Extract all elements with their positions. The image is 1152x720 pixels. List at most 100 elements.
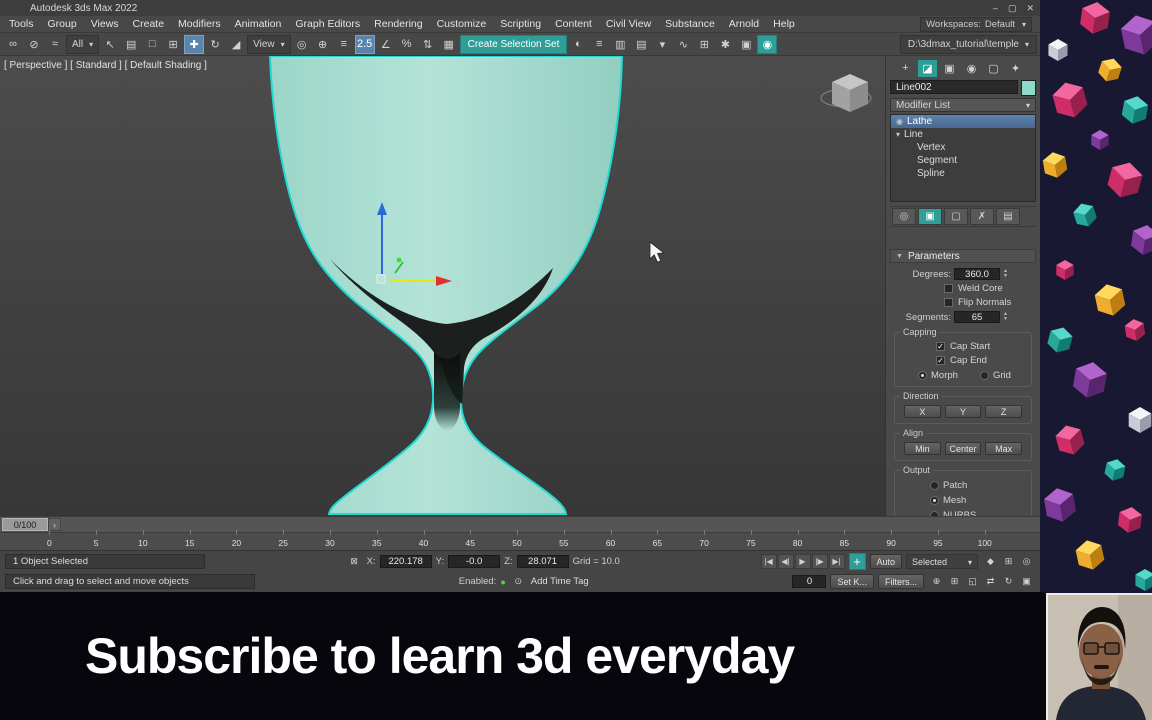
timeline-tick-100[interactable]: 100 <box>961 530 1008 548</box>
pan-icon[interactable]: ⇄ <box>982 574 999 589</box>
menu-scripting[interactable]: Scripting <box>493 18 548 30</box>
timeline-tick-90[interactable]: 90 <box>868 530 915 548</box>
menu-rendering[interactable]: Rendering <box>367 18 429 30</box>
timeline-tick-70[interactable]: 70 <box>681 530 728 548</box>
menu-graph-editors[interactable]: Graph Editors <box>288 18 367 30</box>
create-tab-icon[interactable]: + <box>896 60 915 77</box>
timeline-tick-10[interactable]: 10 <box>120 530 167 548</box>
morph-radio[interactable] <box>918 370 927 380</box>
snaps-toggle-icon[interactable]: 2.5 <box>354 34 375 54</box>
isolate-selection-icon[interactable]: ◎ <box>1018 554 1035 569</box>
align-icon[interactable]: ≡ <box>589 35 609 54</box>
create-selection-set-button[interactable]: Create Selection Set <box>459 34 568 54</box>
menu-content[interactable]: Content <box>548 18 599 30</box>
timeline-tick-35[interactable]: 35 <box>353 530 400 548</box>
rendered-frame-icon[interactable]: ▣ <box>736 35 756 54</box>
scene-explorer-icon[interactable]: ▥ <box>610 35 630 54</box>
modifier-stack-item-line[interactable]: ▾ Line <box>891 128 1035 141</box>
workspaces-selector[interactable]: Workspaces: Default <box>920 16 1032 32</box>
ribbon-icon[interactable]: ▾ <box>652 35 672 54</box>
timeline-tick-65[interactable]: 65 <box>634 530 681 548</box>
menu-animation[interactable]: Animation <box>228 18 289 30</box>
menu-substance[interactable]: Substance <box>658 18 722 30</box>
bind-to-space-warp-icon[interactable]: ≈ <box>45 35 65 54</box>
render-production-icon[interactable]: ◉ <box>757 34 778 54</box>
unlink-selection-icon[interactable]: ⊘ <box>24 35 44 54</box>
modifier-stack-item-segment[interactable]: Segment <box>891 154 1035 167</box>
timeline-tick-45[interactable]: 45 <box>447 530 494 548</box>
select-and-scale-icon[interactable]: ◢ <box>226 35 246 54</box>
transform-type-in-lock-icon[interactable]: ⊠ <box>346 554 363 569</box>
add-key-button[interactable]: + <box>848 553 866 570</box>
mirror-icon[interactable]: ◐ <box>568 35 588 54</box>
close-button[interactable]: ✕ <box>1026 3 1034 14</box>
flip-normals-checkbox[interactable] <box>944 298 953 307</box>
modifier-stack-item-lathe[interactable]: ◉ Lathe <box>891 115 1035 128</box>
make-unique-icon[interactable]: ▢ <box>944 208 968 225</box>
motion-tab-icon[interactable]: ◉ <box>962 60 981 77</box>
timeline-tick-15[interactable]: 15 <box>166 530 213 548</box>
goblet-model[interactable] <box>268 56 624 515</box>
viewport[interactable]: [ Perspective ] [ Standard ] [ Default S… <box>0 56 885 516</box>
orbit-icon[interactable]: ↻ <box>1000 574 1017 589</box>
select-object-icon[interactable]: ↖ <box>100 35 120 54</box>
select-and-move-icon[interactable]: ✚ <box>184 34 205 54</box>
timeline-tick-20[interactable]: 20 <box>213 530 260 548</box>
time-tag-clock-icon[interactable]: ⊙ <box>510 574 527 589</box>
menu-tools[interactable]: Tools <box>2 18 41 30</box>
timeline-tick-60[interactable]: 60 <box>587 530 634 548</box>
direction-z-button[interactable]: Z <box>985 405 1023 418</box>
configure-modifier-sets-icon[interactable]: ▤ <box>996 208 1020 225</box>
parameters-rollout-header[interactable]: ▼ Parameters <box>890 249 1036 263</box>
percent-snap-icon[interactable]: % <box>397 35 417 54</box>
menu-create[interactable]: Create <box>126 18 172 30</box>
selection-filter-dropdown[interactable]: All <box>66 34 100 54</box>
timeline-tick-95[interactable]: 95 <box>915 530 962 548</box>
rectangular-selection-icon[interactable]: □ <box>142 35 162 54</box>
keyboard-override-icon[interactable]: ≡ <box>334 35 354 54</box>
modifier-stack-item-vertex[interactable]: Vertex <box>891 141 1035 154</box>
weld-core-checkbox[interactable] <box>944 284 953 293</box>
menu-group[interactable]: Group <box>41 18 84 30</box>
spinner-snap-icon[interactable]: ⇅ <box>418 35 438 54</box>
select-by-name-icon[interactable]: ▤ <box>121 35 141 54</box>
cap-end-checkbox[interactable] <box>936 356 945 365</box>
timeline-tick-50[interactable]: 50 <box>494 530 541 548</box>
time-slider-handle[interactable]: 0/100 <box>2 518 48 531</box>
auto-key-button[interactable]: Auto <box>869 554 903 569</box>
schematic-view-icon[interactable]: ⊞ <box>694 35 714 54</box>
key-mode-toggle-icon[interactable]: ◆ <box>982 554 999 569</box>
object-color-swatch[interactable] <box>1021 80 1036 96</box>
output-patch-radio[interactable] <box>930 480 939 490</box>
menu-modifiers[interactable]: Modifiers <box>171 18 228 30</box>
modifier-list-dropdown[interactable]: Modifier List <box>890 98 1036 112</box>
degrees-field[interactable]: 360.0 <box>954 268 1001 280</box>
direction-y-button[interactable]: Y <box>944 405 982 418</box>
viewport-label[interactable]: [ Perspective ] [ Standard ] [ Default S… <box>4 60 207 71</box>
render-setup-icon[interactable]: ✱ <box>715 35 735 54</box>
show-end-result-icon[interactable]: ▣ <box>918 208 942 225</box>
set-key-button[interactable]: Set K... <box>830 574 874 589</box>
project-folder-dropdown[interactable]: D:\3dmax_tutorial\temple <box>899 34 1037 54</box>
timeline-tick-75[interactable]: 75 <box>727 530 774 548</box>
play-button[interactable]: ▶ <box>794 554 811 569</box>
align-center-button[interactable]: Center <box>944 442 982 455</box>
timeline-tick-85[interactable]: 85 <box>821 530 868 548</box>
viewcube[interactable] <box>820 74 872 112</box>
menu-arnold[interactable]: Arnold <box>722 18 766 30</box>
zoom-icon[interactable]: ⊕ <box>928 574 945 589</box>
viewport-layout-icon[interactable]: ⊞ <box>1000 554 1017 569</box>
object-name-field[interactable]: Line002 <box>890 80 1018 94</box>
output-mesh-radio[interactable] <box>930 495 939 505</box>
maximize-button[interactable]: ▢ <box>1008 3 1017 14</box>
minimize-button[interactable]: – <box>993 3 998 14</box>
cap-start-checkbox[interactable] <box>936 342 945 351</box>
direction-x-button[interactable]: X <box>904 405 941 418</box>
reference-coordinate-dropdown[interactable]: View <box>247 34 291 54</box>
x-coordinate-field[interactable]: 220.178 <box>379 555 432 568</box>
timeline-tick-40[interactable]: 40 <box>400 530 447 548</box>
timeline-tick-80[interactable]: 80 <box>774 530 821 548</box>
window-crossing-icon[interactable]: ⊞ <box>163 35 183 54</box>
utilities-tab-icon[interactable]: ✦ <box>1006 60 1025 77</box>
timeline-tick-55[interactable]: 55 <box>540 530 587 548</box>
